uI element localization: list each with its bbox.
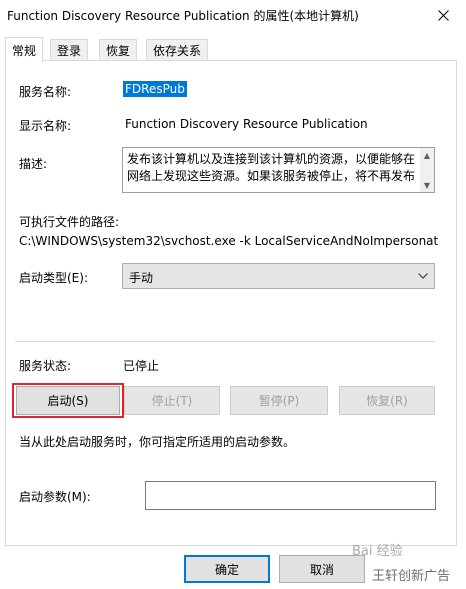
general-tab-panel (5, 60, 457, 546)
description-label: 描述: (19, 157, 48, 171)
pause-button[interactable]: 暂停(P) (230, 386, 328, 415)
start-params-hint: 当从此处启动服务时，你可指定所适用的启动参数。 (19, 435, 296, 449)
tab-dependencies[interactable]: 依存关系 (146, 39, 209, 61)
start-params-input[interactable] (145, 481, 436, 510)
pause-button-label: 暂停(P) (258, 394, 300, 408)
tab-general[interactable]: 常规 (5, 37, 44, 62)
tab-label: 常规 (12, 43, 37, 58)
startup-type-label: 启动类型(E): (19, 271, 88, 285)
ok-button-label: 确定 (214, 562, 239, 577)
window-title: Function Discovery Resource Publication … (7, 9, 359, 23)
resume-button[interactable]: 恢复(R) (339, 386, 435, 415)
description-scrollbar[interactable]: ▲ ▼ (420, 148, 434, 192)
wechat-watermark: 王轩创新广告 (372, 569, 451, 584)
service-name-value[interactable]: FDResPub (123, 81, 187, 97)
tab-logon[interactable]: 登录 (50, 39, 89, 61)
close-button[interactable] (420, 0, 466, 31)
tab-label: 恢复 (106, 44, 131, 58)
chevron-down-icon (415, 267, 431, 285)
resume-button-label: 恢复(R) (366, 394, 408, 408)
tab-recovery[interactable]: 恢复 (99, 39, 138, 61)
scroll-down-icon[interactable]: ▼ (420, 178, 434, 192)
start-button[interactable]: 启动(S) (16, 386, 120, 415)
stop-button[interactable]: 停止(T) (124, 386, 220, 415)
description-text: 发布该计算机以及连接到该计算机的资源，以便能够在网络上发现这些资源。如果该服务被… (127, 152, 416, 183)
exe-path-value: C:\WINDOWS\system32\svchost.exe -k Local… (19, 234, 439, 248)
divider (15, 341, 435, 342)
cancel-button[interactable]: 取消 (279, 555, 365, 583)
title-bar: Function Discovery Resource Publication … (0, 0, 466, 31)
tab-label: 登录 (57, 44, 82, 58)
start-params-label: 启动参数(M): (19, 490, 91, 504)
cancel-button-label: 取消 (309, 562, 334, 577)
tab-strip: 常规 登录 恢复 依存关系 (0, 37, 466, 62)
display-name-value: Function Discovery Resource Publication (125, 117, 368, 131)
startup-type-value: 手动 (129, 271, 154, 285)
service-status-value: 已停止 (123, 359, 160, 373)
service-status-label: 服务状态: (19, 359, 72, 373)
display-name-label: 显示名称: (19, 119, 72, 133)
close-icon (437, 10, 449, 21)
service-name-label: 服务名称: (19, 85, 72, 99)
stop-button-label: 停止(T) (151, 394, 193, 408)
baidu-watermark: Bai 经验 (352, 544, 403, 559)
startup-type-select[interactable]: 手动 (122, 263, 435, 289)
tab-label: 依存关系 (153, 44, 202, 58)
ok-button[interactable]: 确定 (184, 555, 270, 583)
exe-path-label: 可执行文件的路径: (19, 215, 120, 229)
start-button-label: 启动(S) (47, 394, 89, 408)
scroll-up-icon[interactable]: ▲ (420, 148, 434, 162)
description-textbox[interactable]: 发布该计算机以及连接到该计算机的资源，以便能够在网络上发现这些资源。如果该服务被… (122, 147, 435, 193)
